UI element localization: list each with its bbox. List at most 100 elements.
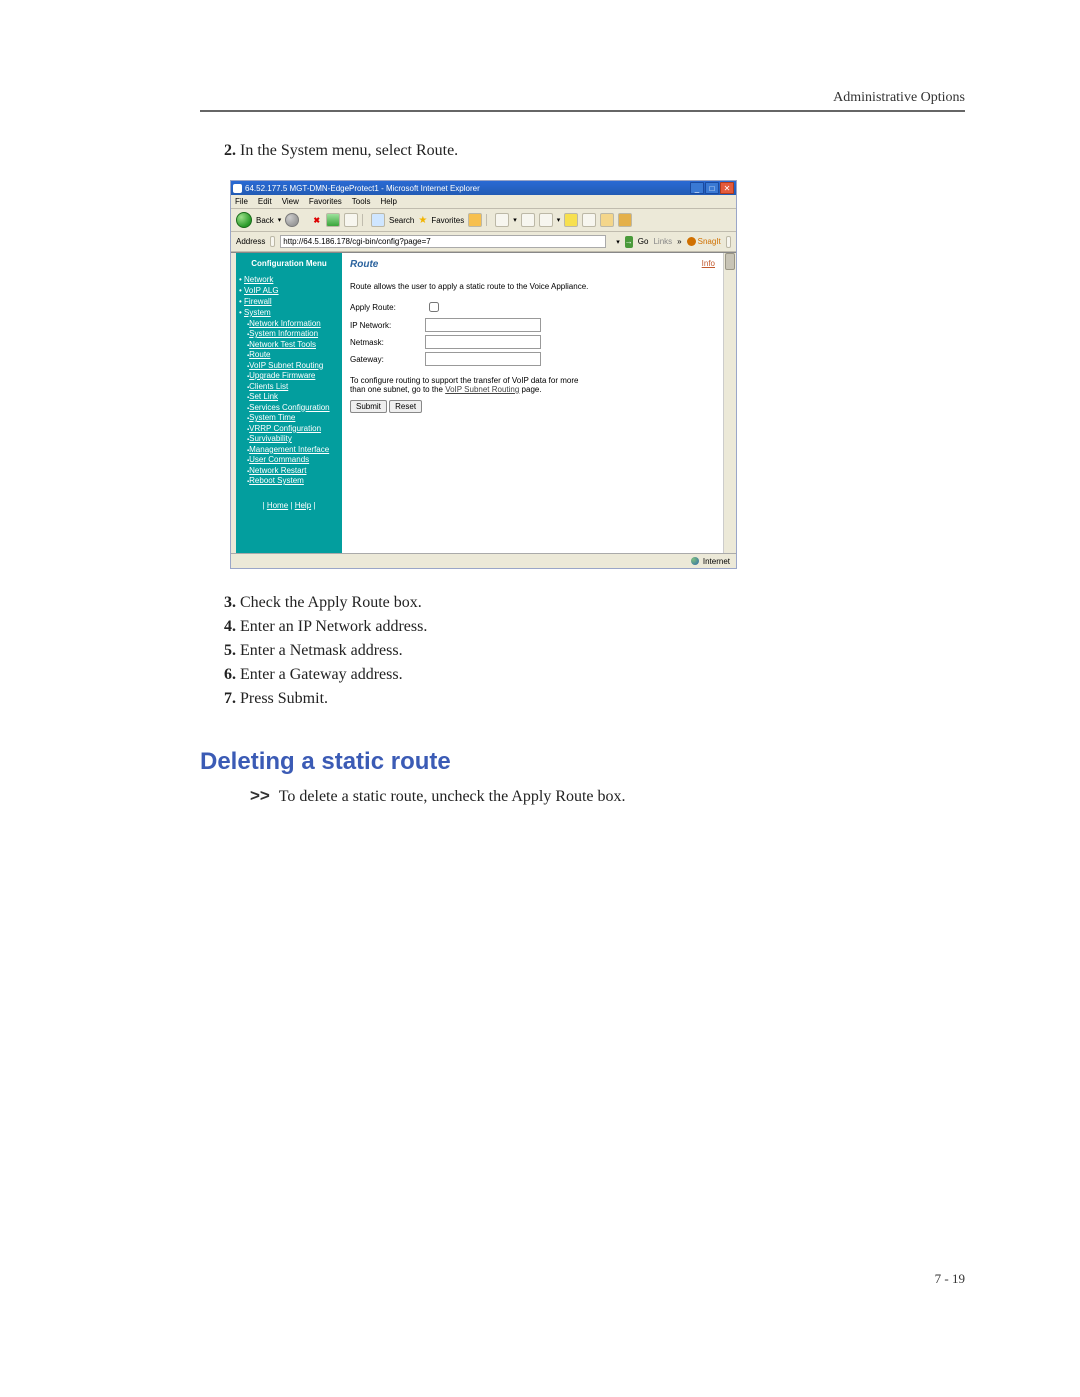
close-button[interactable]: ✕ <box>720 182 734 194</box>
go-label[interactable]: Go <box>638 237 649 246</box>
address-input[interactable] <box>280 235 606 248</box>
sidebar-item-route[interactable]: Route <box>249 350 270 359</box>
route-description: Route allows the user to apply a static … <box>350 282 715 291</box>
sidebar-item-network[interactable]: Network <box>244 275 273 284</box>
arrow-glyph: >> <box>250 786 270 805</box>
back-icon[interactable] <box>236 212 252 228</box>
sidebar-item-system[interactable]: System <box>244 308 271 317</box>
status-left-icon <box>237 557 246 566</box>
status-bar: Internet <box>231 553 736 568</box>
scrollbar-thumb[interactable] <box>725 253 735 270</box>
gateway-input[interactable] <box>425 352 541 366</box>
discuss-icon[interactable] <box>582 213 596 227</box>
sidebar-item-system-time[interactable]: System Time <box>249 413 295 422</box>
header-divider <box>200 110 965 112</box>
sidebar-item-voip-alg[interactable]: VoIP ALG <box>244 286 279 295</box>
sidebar-home-link[interactable]: Home <box>267 501 288 510</box>
home-icon[interactable] <box>344 213 358 227</box>
sidebar-item-user-commands[interactable]: User Commands <box>249 455 309 464</box>
refresh-icon[interactable] <box>326 213 340 227</box>
config-sidebar: Configuration Menu Network VoIP ALG Fire… <box>236 253 342 553</box>
favorites-icon[interactable]: ★ <box>418 215 427 226</box>
sidebar-item-network-information[interactable]: Network Information <box>249 319 321 328</box>
toolbar: Back ▾ ✖ Search ★ Favorites ▾ ▾ <box>231 209 736 232</box>
sidebar-item-system-information[interactable]: System Information <box>249 329 318 338</box>
back-label[interactable]: Back <box>256 216 274 225</box>
menu-file[interactable]: File <box>235 197 248 206</box>
maximize-button[interactable]: □ <box>705 182 719 194</box>
snagit-button[interactable]: SnagIt <box>687 237 721 246</box>
netmask-label: Netmask: <box>350 338 425 347</box>
embedded-screenshot: 64.52.177.5 MGT-DMN-EdgeProtect1 - Micro… <box>230 180 737 569</box>
scrollbar[interactable] <box>723 253 736 553</box>
sidebar-item-network-test-tools[interactable]: Network Test Tools <box>249 340 316 349</box>
voip-subnet-routing-link[interactable]: VoIP Subnet Routing <box>445 385 519 394</box>
menu-edit[interactable]: Edit <box>258 197 272 206</box>
snagit-settings-icon[interactable] <box>726 236 731 248</box>
window-titlebar: 64.52.177.5 MGT-DMN-EdgeProtect1 - Micro… <box>231 181 736 195</box>
sidebar-item-voip-subnet-routing[interactable]: VoIP Subnet Routing <box>249 361 323 370</box>
zone-label: Internet <box>703 557 730 566</box>
links-label[interactable]: Links <box>653 237 672 246</box>
minimize-button[interactable]: _ <box>690 182 704 194</box>
sidebar-item-survivability[interactable]: Survivability <box>249 434 292 443</box>
menu-view[interactable]: View <box>282 197 299 206</box>
zone-icon <box>691 557 699 565</box>
step-2: In the System menu, select Route. <box>240 142 965 160</box>
sidebar-item-set-link[interactable]: Set Link <box>249 392 278 401</box>
history-icon[interactable] <box>495 213 509 227</box>
sidebar-item-firewall[interactable]: Firewall <box>244 297 272 306</box>
step-4: Enter an IP Network address. <box>240 618 965 636</box>
step-5: Enter a Netmask address. <box>240 642 965 660</box>
research-icon[interactable] <box>618 213 632 227</box>
submit-button[interactable]: Submit <box>350 400 387 413</box>
apply-route-label: Apply Route: <box>350 303 425 312</box>
go-button[interactable]: → <box>625 236 633 248</box>
step-3: Check the Apply Route box. <box>240 594 965 612</box>
menu-tools[interactable]: Tools <box>352 197 371 206</box>
sidebar-item-upgrade-firmware[interactable]: Upgrade Firmware <box>249 371 315 380</box>
window-title: 64.52.177.5 MGT-DMN-EdgeProtect1 - Micro… <box>245 184 480 193</box>
sidebar-help-link[interactable]: Help <box>295 501 311 510</box>
step-7: Press Submit. <box>240 690 965 708</box>
menu-favorites[interactable]: Favorites <box>309 197 342 206</box>
sidebar-item-reboot-system[interactable]: Reboot System <box>249 476 304 485</box>
sidebar-title: Configuration Menu <box>239 259 339 269</box>
page-number: 7 - 19 <box>935 1271 965 1287</box>
gateway-label: Gateway: <box>350 355 425 364</box>
media-icon[interactable] <box>468 213 482 227</box>
messenger-icon[interactable] <box>600 213 614 227</box>
menu-help[interactable]: Help <box>380 197 396 206</box>
step-6: Enter a Gateway address. <box>240 666 965 684</box>
forward-icon[interactable] <box>285 213 299 227</box>
menu-bar: File Edit View Favorites Tools Help <box>231 195 736 209</box>
routing-note: To configure routing to support the tran… <box>350 376 580 394</box>
apply-route-checkbox[interactable] <box>429 302 439 312</box>
steps-before: In the System menu, select Route. <box>220 142 965 160</box>
route-form: Apply Route: IP Network: Netmask: Gatewa… <box>350 299 715 366</box>
info-link[interactable]: Info <box>702 259 715 268</box>
route-panel: Route Info Route allows the user to appl… <box>342 253 723 553</box>
page-icon <box>270 236 275 247</box>
edit-icon[interactable] <box>564 213 578 227</box>
sidebar-item-management-interface[interactable]: Management Interface <box>249 445 329 454</box>
print-icon[interactable] <box>539 213 553 227</box>
mail-icon[interactable] <box>521 213 535 227</box>
favorites-label[interactable]: Favorites <box>431 216 464 225</box>
section-title: Administrative Options <box>200 90 965 106</box>
search-label[interactable]: Search <box>389 216 414 225</box>
ip-network-input[interactable] <box>425 318 541 332</box>
ip-network-label: IP Network: <box>350 321 425 330</box>
address-bar: Address ▾ → Go Links » SnagIt <box>231 232 736 252</box>
stop-icon[interactable]: ✖ <box>311 216 322 225</box>
sidebar-item-clients-list[interactable]: Clients List <box>249 382 288 391</box>
reset-button[interactable]: Reset <box>389 400 422 413</box>
address-label: Address <box>236 237 265 246</box>
search-icon[interactable] <box>371 213 385 227</box>
netmask-input[interactable] <box>425 335 541 349</box>
sidebar-item-services-configuration[interactable]: Services Configuration <box>249 403 329 412</box>
steps-after: Check the Apply Route box. Enter an IP N… <box>220 594 965 708</box>
deleting-heading: Deleting a static route <box>200 748 965 776</box>
sidebar-item-vrrp-configuration[interactable]: VRRP Configuration <box>249 424 321 433</box>
sidebar-item-network-restart[interactable]: Network Restart <box>249 466 306 475</box>
